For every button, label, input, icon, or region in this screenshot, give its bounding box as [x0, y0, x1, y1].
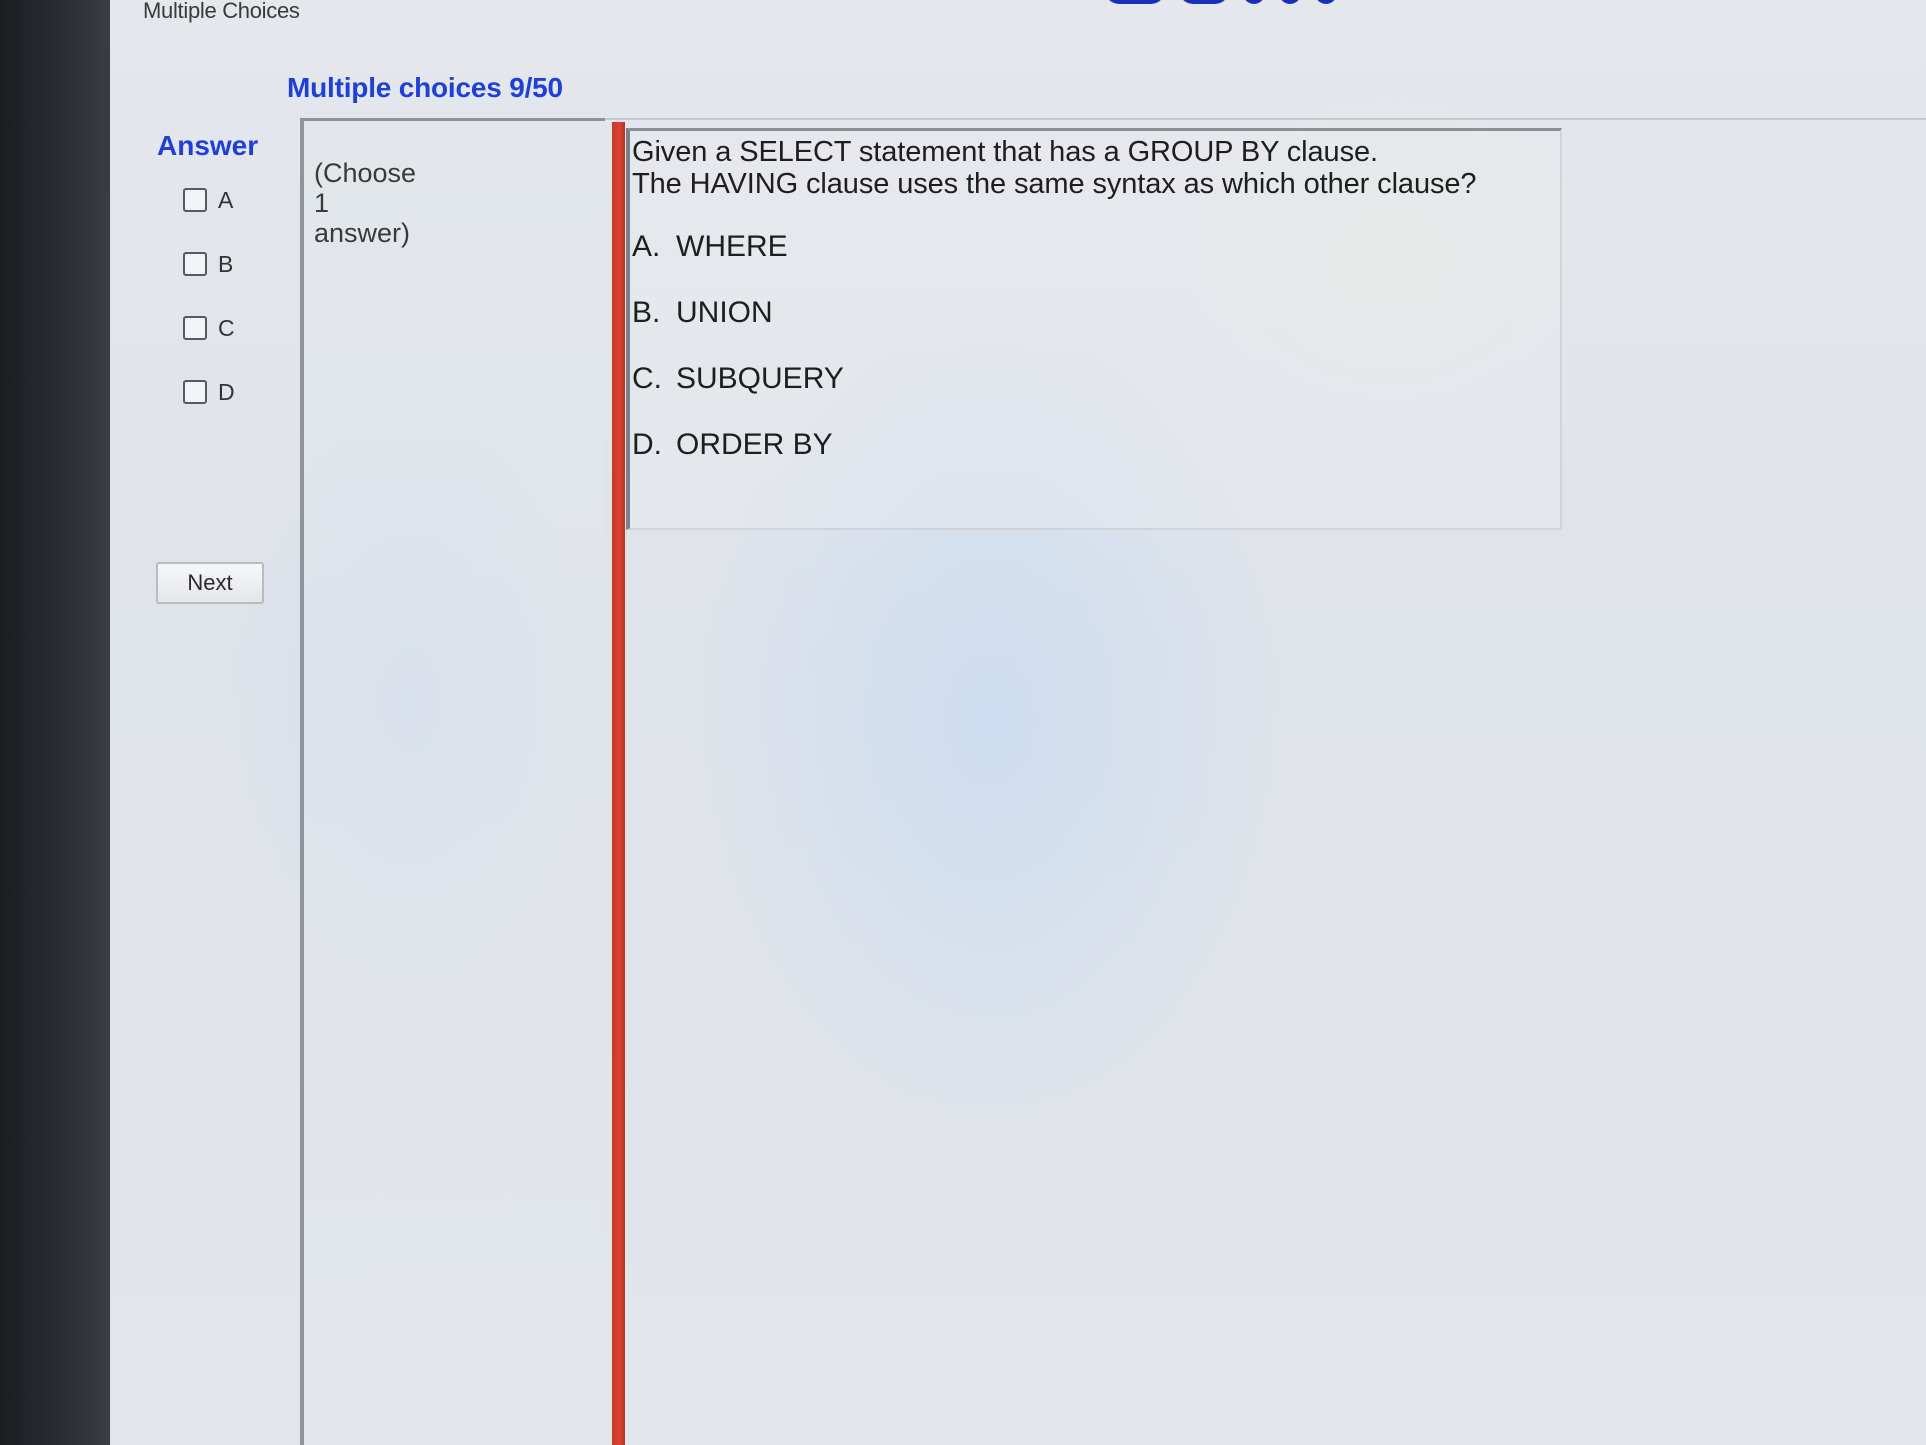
option-letter-c: C. — [632, 362, 662, 395]
instruction-line-3: answer) — [314, 218, 411, 248]
option-letter-a: A. — [632, 230, 661, 263]
question-option-b: B. UNION — [632, 296, 773, 330]
checkbox-label-a: A — [218, 186, 234, 213]
option-text-b: UNION — [676, 296, 773, 329]
instruction-line-2: 1 — [314, 188, 330, 218]
window-title: Multiple Choices — [143, 0, 300, 23]
panel-splitter[interactable] — [612, 122, 625, 1445]
checkbox-c[interactable] — [183, 316, 207, 340]
option-letter-b: B. — [632, 296, 661, 329]
answer-option-a[interactable]: A — [183, 185, 233, 215]
instruction-panel — [300, 118, 605, 1445]
option-text-a: WHERE — [676, 230, 788, 263]
answer-option-b[interactable]: B — [183, 249, 233, 279]
question-option-a: A. WHERE — [632, 230, 788, 264]
checkbox-label-b: B — [218, 250, 234, 277]
checkbox-label-c: C — [218, 314, 235, 341]
checkbox-label-d: D — [218, 378, 235, 405]
question-option-d: D. ORDER BY — [632, 428, 833, 462]
option-letter-d: D. — [632, 428, 662, 461]
answer-option-d[interactable]: D — [183, 377, 235, 407]
checkbox-a[interactable] — [183, 188, 207, 212]
option-text-c: SUBQUERY — [676, 362, 844, 395]
question-option-c: C. SUBQUERY — [632, 362, 844, 396]
instruction-text: (Choose 1 answer) — [314, 158, 484, 248]
instruction-line-1: (Choose — [314, 158, 417, 188]
option-text-d: ORDER BY — [676, 428, 833, 461]
monitor-bezel — [0, 0, 110, 1445]
checkbox-d[interactable] — [183, 380, 207, 404]
next-button[interactable]: Next — [156, 562, 264, 604]
question-line-1: Given a SELECT statement that has a GROU… — [632, 136, 1378, 168]
brand-logo-fragment — [1105, 0, 1365, 6]
checkbox-b[interactable] — [183, 252, 207, 276]
answer-option-c[interactable]: C — [183, 313, 235, 343]
question-line-2: The HAVING clause uses the same syntax a… — [632, 168, 1477, 200]
answer-heading: Answer — [157, 130, 259, 161]
section-title: Multiple choices 9/50 — [287, 72, 563, 103]
